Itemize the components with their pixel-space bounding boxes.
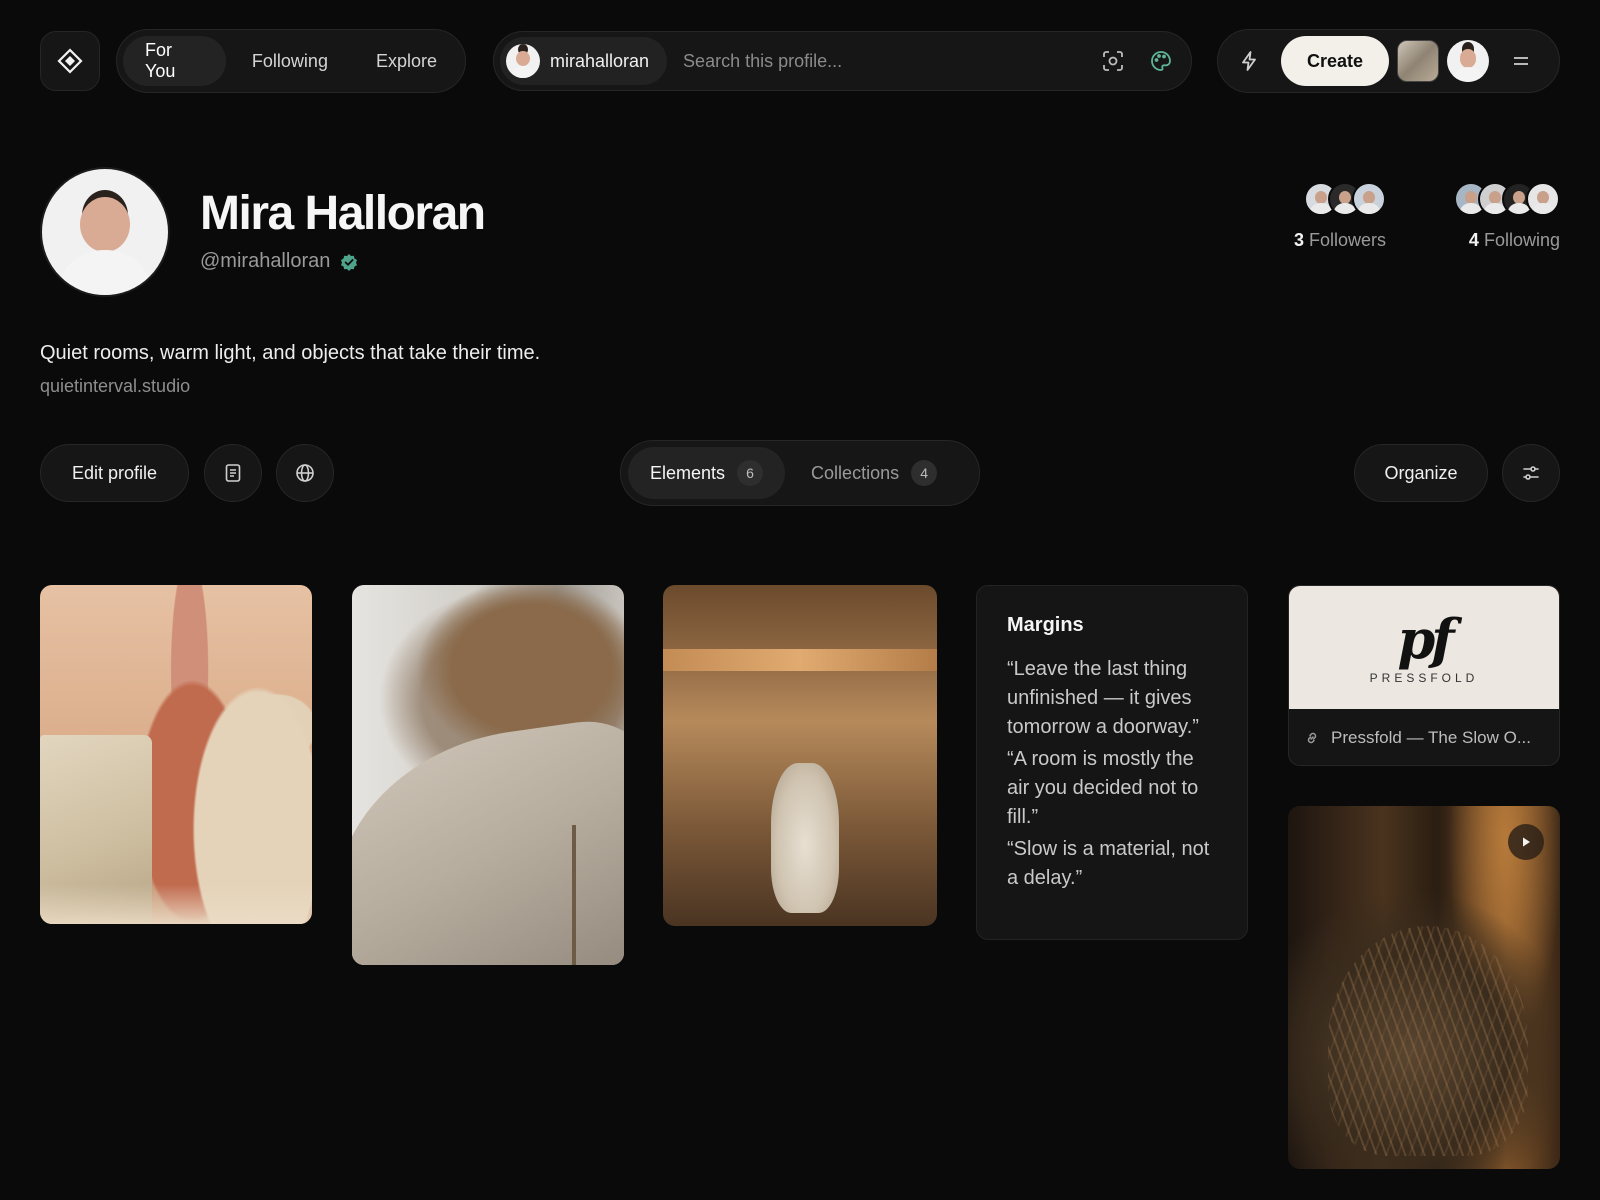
website-button[interactable] [276,444,334,502]
profile-search-bar: mirahalloran [493,31,1192,91]
home-logo-button[interactable] [40,31,100,91]
top-right-actions: Create [1217,29,1560,93]
link-icon [1307,732,1317,744]
color-search-button[interactable] [1137,37,1185,85]
menu-button[interactable] [1497,37,1545,85]
profile-name: Mira Halloran [200,187,486,240]
profile-handle: @mirahalloran [200,250,331,272]
following-avatar [1526,182,1560,216]
profile-website-link[interactable]: quietinterval.studio [40,376,190,397]
tab-for-you[interactable]: For You [123,36,226,86]
visual-search-button[interactable] [1089,37,1137,85]
organize-button[interactable]: Organize [1354,444,1488,502]
link-card-title: Pressfold — The Slow O... [1331,728,1531,747]
chip-avatar [506,44,540,78]
content-segment-control: Elements 6 Collections 4 [620,440,980,506]
followers-stat[interactable]: 3 Followers [1280,182,1386,251]
tab-following[interactable]: Following [230,36,350,86]
feed-nav: For You Following Explore [116,29,466,93]
followers-label: 3 Followers [1293,230,1386,250]
menu-icon [1514,57,1529,65]
activity-button[interactable] [1225,37,1273,85]
globe-icon [296,464,314,482]
document-icon [225,464,241,482]
element-image-table-vase[interactable] [663,585,937,926]
following-avatars [1454,182,1560,216]
text-card-quote: “Leave the last thing unfinished — it gi… [1007,658,1199,738]
segment-collections-count: 4 [911,460,938,486]
create-button[interactable]: Create [1281,36,1390,86]
tab-explore[interactable]: Explore [354,36,459,86]
search-input[interactable] [667,50,1089,72]
profile-handle-row: @mirahalloran [200,250,358,273]
link-card-footer: Pressfold — The Slow O... [1289,709,1559,765]
element-image-vases[interactable] [40,585,312,924]
following-stat[interactable]: 4 Following [1440,182,1560,251]
followers-count: 3 [1293,230,1304,250]
edit-profile-button[interactable]: Edit profile [40,444,189,502]
pressfold-logo-mark: pf [1397,606,1455,671]
following-label: 4 Following [1468,230,1560,250]
search-user-chip[interactable]: mirahalloran [500,37,668,85]
play-button[interactable] [1508,824,1544,860]
segment-elements-label: Elements [650,462,726,483]
element-video-lavender[interactable] [1288,806,1560,1169]
followers-avatars [1304,182,1386,216]
element-image-dried-grass[interactable] [352,585,624,965]
element-link-card[interactable]: pf PRESSFOLD Pressfold — The Slow O... [1288,585,1560,766]
diamond-logo-icon [57,48,83,74]
profile-avatar [40,167,170,297]
play-icon [1523,837,1530,847]
segment-elements[interactable]: Elements 6 [628,447,786,499]
segment-collections-label: Collections [811,462,900,483]
notes-button[interactable] [204,444,262,502]
element-text-card[interactable]: Margins “Leave the last thing unfinished… [976,585,1248,940]
search-user-chip-label: mirahalloran [550,50,650,71]
pressfold-logo-word: PRESSFOLD [1369,670,1479,685]
follower-avatar [1352,182,1386,216]
filter-button[interactable] [1502,444,1560,502]
account-avatar[interactable] [1447,40,1490,82]
following-count: 4 [1468,230,1479,250]
text-card-quote: “Slow is a material, not a delay.” [1007,838,1210,889]
verified-badge-icon [341,253,358,271]
segment-collections[interactable]: Collections 4 [789,447,959,499]
scan-icon [1103,51,1123,71]
text-card-title: Margins [1007,614,1084,636]
bolt-icon [1242,51,1256,71]
segment-elements-count: 6 [737,460,764,486]
workspace-thumbnail[interactable] [1397,40,1440,82]
text-card-quote: “A room is mostly the air you decided no… [1007,748,1199,828]
profile-bio: Quiet rooms, warm light, and objects tha… [40,342,541,364]
palette-icon [1151,51,1171,71]
sliders-icon [1523,466,1539,480]
link-card-thumbnail: pf PRESSFOLD [1289,586,1559,709]
